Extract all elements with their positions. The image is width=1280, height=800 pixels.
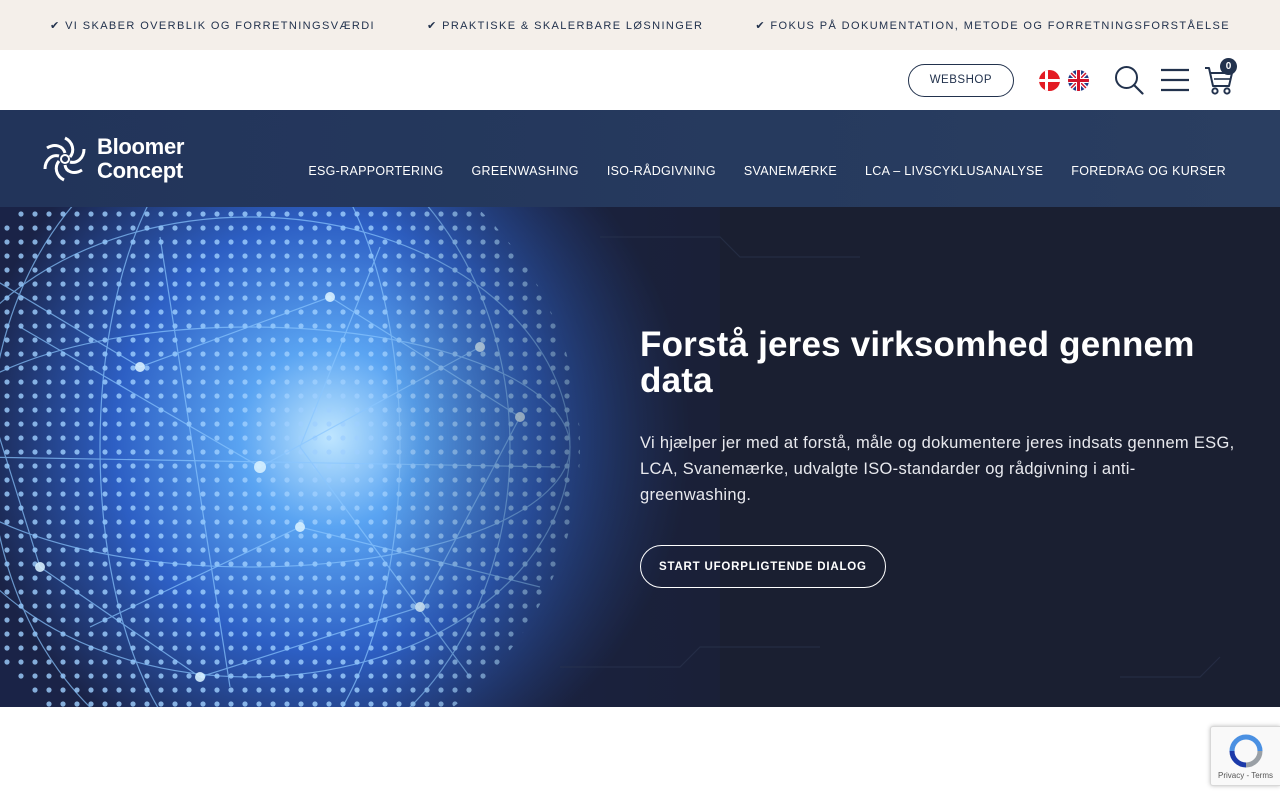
cart-count-badge: 0: [1220, 58, 1237, 75]
benefit-item: ✔ Fokus på dokumentation, metode og forr…: [755, 19, 1230, 32]
benefit-item: ✔ Praktiske & skalerbare løsninger: [427, 19, 704, 32]
main-navigation: Bloomer Concept ESG-RAPPORTERING GREENWA…: [0, 110, 1280, 207]
nav-item-iso-raadgivning[interactable]: ISO-RÅDGIVNING: [607, 164, 716, 178]
brand-name-line2: Concept: [97, 157, 183, 183]
danish-flag-icon[interactable]: [1039, 69, 1060, 91]
brand-name-line1: Bloomer: [97, 133, 185, 159]
uk-flag-icon[interactable]: [1068, 69, 1089, 91]
recaptcha-badge[interactable]: Privacy - Terms: [1210, 726, 1280, 786]
hero-section: Forstå jeres virksomhed gennem data Vi h…: [0, 207, 1280, 707]
benefit-item: ✔ Vi skaber overblik og forretningsværdi: [50, 19, 375, 32]
nav-item-esg-rapportering[interactable]: ESG-RAPPORTERING: [308, 164, 443, 178]
logo-mark-icon: [43, 136, 86, 181]
start-dialog-button[interactable]: START UFORPLIGTENDE DIALOG: [640, 545, 886, 588]
nav-item-greenwashing[interactable]: GREENWASHING: [472, 164, 579, 178]
benefits-bar: ✔ Vi skaber overblik og forretningsværdi…: [0, 0, 1280, 50]
brand-logo[interactable]: Bloomer Concept: [40, 134, 184, 184]
hero-content: Forstå jeres virksomhed gennem data Vi h…: [640, 327, 1240, 588]
nav-item-svanemaerke[interactable]: SVANEMÆRKE: [744, 164, 837, 178]
recaptcha-links[interactable]: Privacy - Terms: [1218, 771, 1273, 780]
hero-title: Forstå jeres virksomhed gennem data: [640, 325, 1195, 400]
recaptcha-icon: [1229, 734, 1262, 767]
cart-button[interactable]: 0: [1204, 58, 1237, 96]
hero-description: Vi hjælper jer med at forstå, måle og do…: [640, 434, 1235, 504]
nav-menu: ESG-RAPPORTERING GREENWASHING ISO-RÅDGIV…: [308, 164, 1226, 178]
menu-icon[interactable]: [1160, 67, 1190, 93]
nav-item-foredrag-og-kurser[interactable]: FOREDRAG OG KURSER: [1071, 164, 1226, 178]
nav-item-lca[interactable]: LCA – LIVSCYKLUSANALYSE: [865, 164, 1043, 178]
search-icon[interactable]: [1114, 65, 1144, 95]
utility-bar: WEBSHOP 0: [0, 50, 1280, 110]
webshop-button[interactable]: WEBSHOP: [907, 63, 1014, 97]
